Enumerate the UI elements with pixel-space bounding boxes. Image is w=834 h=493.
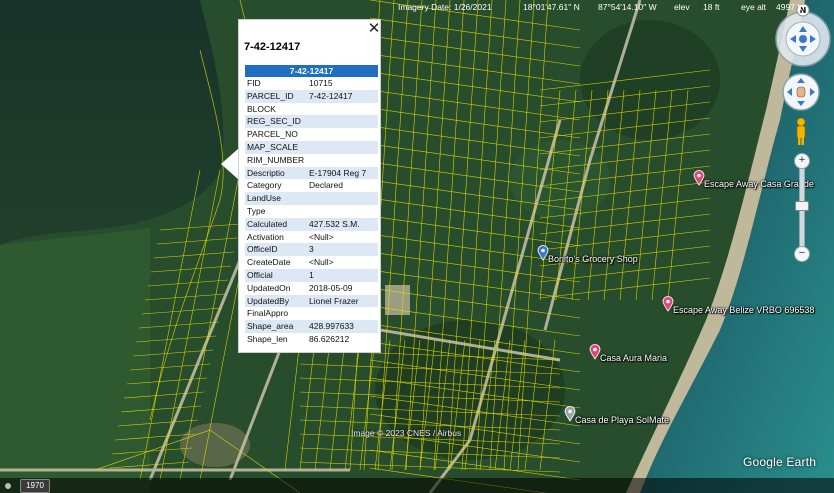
zoom-in-button[interactable]: + bbox=[794, 153, 810, 169]
attribute-table-header: 7-42-12417 bbox=[245, 65, 378, 77]
move-joystick[interactable] bbox=[781, 72, 821, 112]
place-label[interactable]: Escape Away Casa Grande bbox=[704, 179, 814, 189]
attribute-key: UpdatedOn bbox=[247, 282, 291, 293]
attribute-key: OfficeID bbox=[245, 243, 307, 257]
attribute-row: UpdatedBy Lionel Frazer bbox=[245, 294, 378, 308]
zoom-out-button[interactable]: − bbox=[794, 246, 810, 262]
imagery-date: Imagery Date: 1/26/2021 bbox=[398, 2, 492, 12]
attribute-value: 2018-05-09 bbox=[309, 282, 353, 293]
place-label[interactable]: Casa Aura Maria bbox=[600, 353, 667, 363]
attribute-value: 1 bbox=[307, 268, 378, 282]
longitude-readout: 87°54'14.10" W bbox=[598, 2, 657, 12]
attribute-key: PARCEL_ID bbox=[245, 89, 307, 103]
attribute-row: PARCEL_ID 7-42-12417 bbox=[245, 89, 378, 103]
attribute-row: FID 10715 bbox=[245, 77, 378, 90]
attribute-value bbox=[307, 115, 378, 129]
attribute-row: Activation <Null> bbox=[245, 231, 378, 244]
attribute-value bbox=[307, 307, 378, 320]
attribute-row: PARCEL_NO bbox=[245, 128, 378, 141]
attribute-key: FID bbox=[247, 78, 261, 88]
historical-year-badge[interactable]: 1970 bbox=[20, 479, 50, 493]
eye-altitude-value: 4997 ft bbox=[776, 2, 802, 12]
attribute-row: Shape_area 428.997633 bbox=[245, 320, 378, 333]
place-label[interactable]: Escape Away Belize VRBO 696538 bbox=[673, 305, 814, 315]
attribute-row: FinalAppro bbox=[245, 307, 378, 320]
attribute-value: Declared bbox=[309, 180, 344, 191]
attribute-key: UpdatedBy bbox=[245, 294, 307, 308]
satellite-map[interactable] bbox=[0, 0, 834, 493]
attribute-value: 427.532 S.M. bbox=[307, 217, 378, 231]
attribute-value: 10715 bbox=[309, 78, 333, 88]
google-earth-logo: Google Earth bbox=[743, 455, 817, 469]
attribute-key: REG_SEC_ID bbox=[245, 115, 307, 129]
attribute-row: BLOCK bbox=[245, 103, 378, 116]
attribute-value bbox=[307, 192, 378, 205]
popup-title: 7-42-12417 bbox=[244, 41, 301, 53]
attribute-value: Lionel Frazer bbox=[307, 294, 378, 308]
attribute-row: MAP_SCALE bbox=[245, 140, 378, 154]
attribute-value: <Null> bbox=[309, 231, 334, 242]
attribute-row: Shape_len 86.626212 bbox=[245, 333, 378, 346]
historical-imagery-dot-icon[interactable] bbox=[5, 483, 11, 489]
elevation-value: 18 ft bbox=[703, 2, 720, 12]
attribute-key: BLOCK bbox=[247, 103, 276, 114]
attribute-value: 3 bbox=[307, 243, 378, 257]
attribute-table: 7-42-12417 FID 10715 PARCEL_ID 7-42-12417 BL… bbox=[245, 65, 378, 346]
attribute-row: Calculated 427.532 S.M. bbox=[245, 217, 378, 231]
attribute-row: Descriptio E-17904 Reg 7 bbox=[245, 166, 378, 180]
attribute-value bbox=[307, 154, 378, 167]
attribute-key: Calculated bbox=[245, 217, 307, 231]
attribute-key: Type bbox=[247, 205, 266, 216]
attribute-key: Official bbox=[245, 268, 307, 282]
place-label[interactable]: Bonito's Grocery Shop bbox=[548, 254, 638, 264]
attribute-value: E-17904 Reg 7 bbox=[307, 166, 378, 180]
attribute-value bbox=[307, 128, 378, 141]
hand-icon bbox=[796, 86, 806, 98]
attribute-value: 7-42-12417 bbox=[307, 89, 378, 103]
attribute-value bbox=[307, 103, 378, 116]
eye-altitude-label: eye alt bbox=[741, 2, 767, 12]
attribute-value bbox=[307, 205, 378, 218]
attribute-key: Descriptio bbox=[245, 166, 307, 180]
attribute-row: OfficeID 3 bbox=[245, 243, 378, 257]
attribute-row: CreateDate <Null> bbox=[245, 256, 378, 269]
attribute-row: LandUse bbox=[245, 192, 378, 205]
attribute-value bbox=[307, 140, 378, 154]
look-joystick[interactable]: N bbox=[773, 4, 833, 68]
attribute-key: LandUse bbox=[245, 192, 307, 205]
attribute-value: <Null> bbox=[309, 257, 334, 268]
attribute-row: Category Declared bbox=[245, 179, 378, 192]
attribute-key: Category bbox=[247, 180, 282, 191]
attribute-key: Shape_len bbox=[247, 333, 288, 344]
attribute-key: RIM_NUMBER bbox=[247, 154, 305, 165]
status-bar bbox=[0, 478, 834, 493]
attribute-key: FinalAppro bbox=[247, 308, 289, 319]
latitude-readout: 18°01'47.61" N bbox=[523, 2, 580, 12]
attribute-key: MAP_SCALE bbox=[245, 140, 307, 154]
zoom-slider-thumb[interactable] bbox=[795, 201, 809, 211]
attribute-row: RIM_NUMBER bbox=[245, 154, 378, 167]
close-icon[interactable]: ✕ bbox=[367, 21, 381, 36]
attribute-key: CreateDate bbox=[247, 257, 291, 268]
street-view-pegman-icon[interactable] bbox=[793, 117, 809, 147]
attribute-value: 86.626212 bbox=[309, 333, 350, 344]
attribute-key: Shape_area bbox=[245, 320, 307, 333]
imagery-credit: Image © 2023 CNES / Airbus bbox=[351, 428, 462, 438]
attribute-row: UpdatedOn 2018-05-09 bbox=[245, 282, 378, 295]
place-label[interactable]: Casa de Playa SolMate bbox=[575, 415, 669, 425]
parcel-info-popup: ✕ 7-42-12417 7-42-12417 FID 10715 PARCEL_I… bbox=[238, 19, 381, 353]
attribute-row: REG_SEC_ID bbox=[245, 115, 378, 129]
attribute-key: Activation bbox=[247, 231, 284, 242]
elevation-label: elev bbox=[674, 2, 690, 12]
attribute-value: 428.997633 bbox=[307, 320, 378, 333]
attribute-row: Type bbox=[245, 205, 378, 218]
popup-pointer bbox=[221, 148, 239, 180]
attribute-key: PARCEL_NO bbox=[247, 129, 298, 140]
attribute-row: Official 1 bbox=[245, 268, 378, 282]
